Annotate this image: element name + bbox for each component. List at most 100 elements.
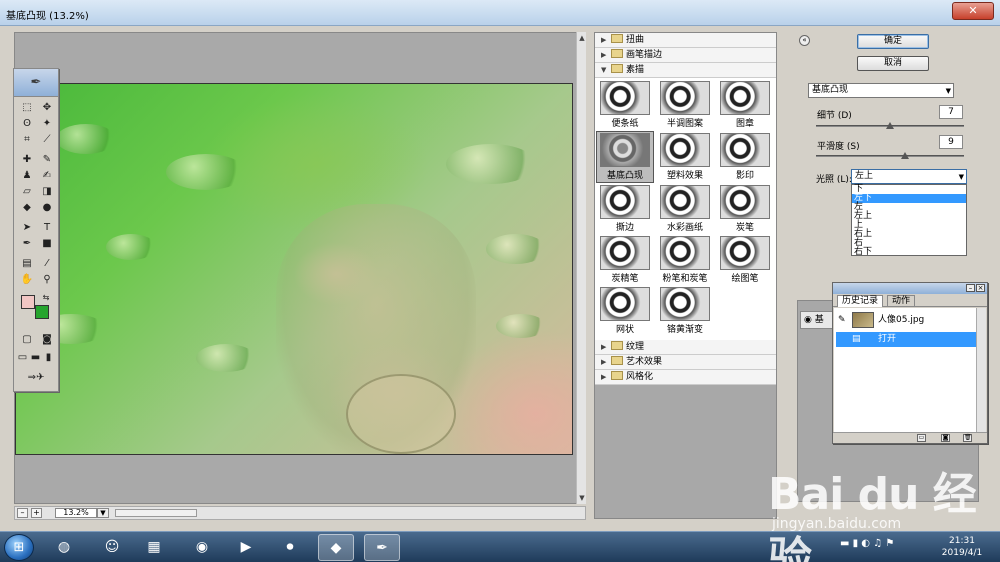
notes-tool-icon[interactable]: ▤: [18, 257, 36, 271]
history-scrollbar[interactable]: [976, 308, 986, 432]
light-option[interactable]: 右下: [852, 248, 966, 257]
filter-thumb-graphic-pen[interactable]: 绘图笔: [717, 236, 773, 284]
minimize-icon[interactable]: –: [966, 284, 975, 292]
crop-tool-icon[interactable]: ⌗: [18, 133, 36, 147]
filter-thumb-note-paper[interactable]: 便条纸: [597, 81, 653, 129]
eyedropper-icon[interactable]: ⁄: [38, 257, 56, 271]
shape-tool-icon[interactable]: ■: [38, 237, 56, 251]
taskbar-photoshop-icon[interactable]: ✒: [364, 534, 400, 561]
swap-colors-icon[interactable]: ⇆: [40, 291, 52, 305]
smoothness-input[interactable]: 9: [939, 135, 963, 149]
scroll-up-arrow-icon[interactable]: ▲: [578, 34, 586, 42]
type-tool-icon[interactable]: T: [38, 221, 56, 235]
eye-icon[interactable]: ◉: [804, 315, 812, 325]
delete-icon[interactable]: 🗑: [963, 434, 972, 442]
jump-to-imageready-icon[interactable]: ⇒✈: [18, 371, 54, 385]
toolbox-header[interactable]: ✒: [14, 69, 58, 97]
taskbar-app-360-icon[interactable]: ◍: [46, 534, 82, 561]
scroll-down-arrow-icon[interactable]: ▼: [578, 494, 586, 502]
hand-tool-icon[interactable]: ✋: [18, 273, 36, 287]
start-button[interactable]: ⊞: [4, 534, 34, 561]
ok-button[interactable]: 确定: [857, 34, 929, 49]
taskbar-qq-icon[interactable]: ☺: [94, 534, 130, 561]
preview-horizontal-scrollbar[interactable]: [115, 509, 197, 517]
zoom-tool-icon[interactable]: ⚲: [38, 273, 56, 287]
light-option[interactable]: 左下: [852, 194, 966, 203]
light-option[interactable]: 左上: [852, 212, 966, 221]
detail-slider[interactable]: [816, 122, 964, 129]
filter-thumb-torn-edges[interactable]: 撕边: [597, 185, 653, 233]
brush-tool-icon[interactable]: ✎: [38, 153, 56, 167]
slice-tool-icon[interactable]: ⟋: [38, 133, 56, 147]
snapshot-brush-icon[interactable]: ✎: [838, 310, 846, 330]
taskbar-firefox-icon[interactable]: ◉: [184, 534, 220, 561]
category-texture[interactable]: ▶ 纹理: [595, 340, 776, 355]
tab-actions[interactable]: 动作: [887, 295, 916, 307]
background-color-swatch[interactable]: [35, 305, 49, 319]
taskbar-player-icon[interactable]: ▶: [228, 534, 264, 561]
close-button[interactable]: ✕: [952, 2, 994, 20]
filter-thumb-charcoal[interactable]: 炭笔: [717, 185, 773, 233]
filter-thumb-chrome[interactable]: 铬黄渐变: [657, 287, 713, 335]
taskbar-imageready-icon[interactable]: ◆: [318, 534, 354, 561]
history-brush-icon[interactable]: ✍: [38, 169, 56, 183]
zoom-dropdown-icon[interactable]: ▼: [97, 508, 109, 518]
history-palette-header[interactable]: – ×: [833, 283, 987, 294]
lasso-tool-icon[interactable]: ʘ: [18, 117, 36, 131]
filter-thumb-bas-relief[interactable]: 基底凸现: [596, 131, 654, 183]
filter-thumb-stamp[interactable]: 图章: [717, 81, 773, 129]
effect-select[interactable]: 基底凸现 ▼: [808, 83, 954, 98]
new-document-icon[interactable]: ▭: [917, 434, 926, 442]
light-select[interactable]: 左上 ▼: [851, 169, 967, 184]
detail-slider-knob[interactable]: [886, 122, 894, 129]
tab-history[interactable]: 历史记录: [837, 295, 884, 307]
close-icon[interactable]: ×: [976, 284, 985, 292]
zoom-level[interactable]: 13.2%: [55, 508, 97, 518]
category-artistic[interactable]: ▶ 艺术效果: [595, 355, 776, 370]
smoothness-slider-knob[interactable]: [900, 152, 909, 159]
filter-thumb-plaster[interactable]: 塑料效果: [657, 133, 713, 181]
quickmask-mode-icon[interactable]: ◙: [38, 333, 56, 347]
filter-thumb-chalk-charcoal[interactable]: 粉笔和炭笔: [657, 236, 713, 284]
move-tool-icon[interactable]: ✥: [38, 101, 56, 115]
effect-layer-row[interactable]: ◉ 基: [800, 311, 836, 329]
cancel-button[interactable]: 取消: [857, 56, 929, 71]
category-stylize[interactable]: ▶ 风格化: [595, 370, 776, 385]
zoom-out-button[interactable]: –: [17, 508, 28, 518]
filter-thumb-water-paper[interactable]: 水彩画纸: [657, 185, 713, 233]
collapse-gallery-icon[interactable]: «: [799, 35, 810, 46]
stamp-tool-icon[interactable]: ♟: [18, 169, 36, 183]
dodge-tool-icon[interactable]: ●: [38, 201, 56, 215]
filter-thumb-reticulation[interactable]: 网状: [597, 287, 653, 335]
screen-mode-3-icon[interactable]: ▮: [42, 351, 55, 365]
detail-input[interactable]: 7: [939, 105, 963, 119]
path-select-icon[interactable]: ➤: [18, 221, 36, 235]
folder-icon: [611, 34, 623, 43]
preview-vertical-scrollbar[interactable]: ▲ ▼: [576, 32, 586, 504]
marquee-tool-icon[interactable]: ⬚: [18, 101, 36, 115]
healing-brush-icon[interactable]: ✚: [18, 153, 36, 167]
history-step[interactable]: ▤ 打开: [836, 332, 977, 347]
pen-tool-icon[interactable]: ✒: [18, 237, 36, 251]
filter-thumb-conte-crayon[interactable]: 炭精笔: [597, 236, 653, 284]
blur-tool-icon[interactable]: ◆: [18, 201, 36, 215]
history-snapshot[interactable]: ✎ 人像05.jpg: [836, 310, 977, 330]
taskbar-recorder-icon[interactable]: ⏺: [272, 534, 308, 561]
standard-mode-icon[interactable]: ▢: [18, 333, 36, 347]
category-distort[interactable]: ▶ 扭曲: [595, 33, 776, 48]
foreground-color-swatch[interactable]: [21, 295, 35, 309]
gradient-tool-icon[interactable]: ◨: [38, 185, 56, 199]
filter-thumb-halftone[interactable]: 半调图案: [657, 81, 713, 129]
category-sketch[interactable]: ▼ 素描: [595, 63, 776, 78]
light-option[interactable]: 右上: [852, 230, 966, 239]
category-brush-strokes[interactable]: ▶ 画笔描边: [595, 48, 776, 63]
taskbar-explorer-icon[interactable]: ▦: [136, 534, 172, 561]
smoothness-slider[interactable]: [816, 152, 964, 159]
filter-thumb-photocopy[interactable]: 影印: [717, 133, 773, 181]
eraser-tool-icon[interactable]: ▱: [18, 185, 36, 199]
new-snapshot-icon[interactable]: ◙: [941, 434, 950, 442]
magic-wand-icon[interactable]: ✦: [38, 117, 56, 131]
screen-mode-1-icon[interactable]: ▭: [16, 351, 29, 365]
screen-mode-2-icon[interactable]: ▬: [29, 351, 42, 365]
zoom-in-button[interactable]: +: [31, 508, 42, 518]
